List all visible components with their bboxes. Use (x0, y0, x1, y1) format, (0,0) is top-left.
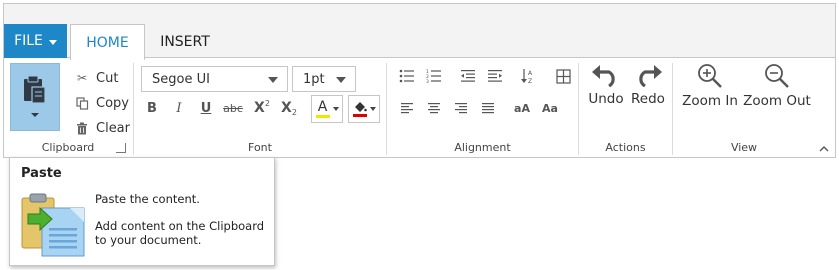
superscript-label: X (254, 100, 265, 116)
copy-button[interactable]: Copy (74, 92, 129, 114)
chevron-up-icon (819, 145, 829, 151)
zoom-in-icon (698, 64, 722, 88)
scissors-icon: ✂ (76, 71, 88, 85)
font-group: Segoe UI 1pt B I U abc X2 X2 A Font (134, 59, 386, 158)
zoom-out-label: Zoom Out (743, 93, 811, 109)
highlight-color-button[interactable] (348, 95, 380, 123)
capitalize-button[interactable]: Aa (538, 97, 562, 119)
table-grid-icon[interactable] (552, 65, 574, 87)
numbered-list-icon[interactable]: 123 (423, 65, 445, 87)
cut-button[interactable]: ✂ Cut (74, 67, 118, 89)
underline-button[interactable]: U (194, 97, 218, 119)
font-color-glyph: A (317, 99, 328, 115)
subscript-button[interactable]: X2 (277, 97, 301, 119)
bullet-list-icon[interactable] (396, 65, 418, 87)
sort-icon[interactable]: AZ (517, 65, 539, 87)
italic-button[interactable]: I (167, 97, 191, 119)
paint-bucket-icon (354, 102, 367, 112)
clipboard-group-label: Clipboard (41, 141, 95, 154)
chevron-down-icon (48, 39, 57, 45)
chevron-down-icon (332, 107, 339, 111)
tab-insert[interactable]: INSERT (150, 24, 220, 59)
actions-group: Undo Redo Actions (579, 59, 672, 158)
subscript-label: X (281, 100, 292, 116)
clear-button[interactable]: Clear (74, 117, 130, 139)
align-justify-icon[interactable] (477, 97, 499, 119)
clipboard-dialog-launcher-icon[interactable] (116, 143, 126, 153)
increase-indent-icon[interactable] (484, 65, 506, 87)
trash-icon (74, 120, 90, 136)
highlight-color-swatch (352, 114, 367, 117)
svg-text:A: A (528, 70, 533, 77)
svg-text:Z: Z (528, 78, 532, 84)
bold-button[interactable]: B (140, 97, 164, 119)
tooltip-title: Paste (21, 166, 62, 181)
tab-file-label: FILE (14, 33, 43, 49)
font-family-select[interactable]: Segoe UI (141, 66, 288, 92)
redo-icon (639, 65, 662, 87)
alignment-group-label: Alignment (454, 141, 511, 154)
redo-button[interactable]: Redo (629, 63, 667, 123)
paste-icon (24, 75, 46, 104)
paste-clipboard-icon (21, 193, 85, 257)
undo-button[interactable]: Undo (587, 63, 625, 123)
ribbon: FILE HOME INSERT ✂ Cut Copy Clear Clipbo… (3, 3, 836, 158)
superscript-button[interactable]: X2 (250, 97, 274, 119)
zoom-out-button[interactable]: Zoom Out (743, 63, 811, 123)
chevron-down-icon (268, 77, 278, 83)
align-center-icon[interactable] (423, 97, 445, 119)
chevron-down-icon (31, 113, 39, 117)
zoom-out-icon (765, 64, 789, 88)
tooltip-line-2: Add content on the Clipboard (95, 219, 265, 233)
tab-strip: FILE HOME INSERT (4, 4, 835, 60)
align-right-icon[interactable] (450, 97, 472, 119)
cut-label: Cut (96, 70, 119, 86)
paste-tooltip: Paste Paste the content. Add content on … (9, 157, 275, 266)
redo-label: Redo (631, 91, 665, 107)
font-color-swatch (315, 115, 330, 118)
font-group-label: Font (248, 141, 272, 154)
font-size-select[interactable]: 1pt (292, 66, 356, 92)
strikethrough-button[interactable]: abc (221, 97, 245, 119)
font-family-value: Segoe UI (152, 71, 210, 87)
view-group-label: View (730, 141, 758, 154)
zoom-in-label: Zoom In (682, 93, 738, 109)
copy-icon (74, 95, 90, 111)
copy-label: Copy (96, 95, 129, 111)
undo-icon (592, 65, 615, 87)
tooltip-line-3: to your document. (95, 233, 202, 247)
actions-group-label: Actions (605, 141, 646, 154)
alignment-group: 123 AZ aA Aa Alignment (387, 59, 578, 158)
clipboard-group: ✂ Cut Copy Clear Clipboard (4, 59, 132, 158)
align-left-icon[interactable] (396, 97, 418, 119)
decrease-indent-icon[interactable] (457, 65, 479, 87)
zoom-in-button[interactable]: Zoom In (681, 63, 739, 123)
paste-button[interactable] (10, 63, 60, 131)
font-color-button[interactable]: A (311, 95, 343, 123)
chevron-down-icon (369, 107, 376, 111)
clear-label: Clear (96, 120, 130, 136)
font-size-value: 1pt (303, 71, 325, 87)
collapse-ribbon-button[interactable] (817, 142, 831, 154)
chevron-down-icon (336, 77, 346, 83)
tab-file[interactable]: FILE (4, 24, 67, 58)
uppercase-button[interactable]: aA (510, 97, 534, 119)
tab-home[interactable]: HOME (70, 24, 145, 60)
undo-label: Undo (588, 91, 624, 107)
view-group: Zoom In Zoom Out View (673, 59, 815, 158)
tooltip-line-1: Paste the content. (95, 192, 200, 206)
ribbon-groups: ✂ Cut Copy Clear Clipboard Segoe UI 1pt … (4, 59, 835, 158)
svg-text:3: 3 (426, 79, 429, 83)
